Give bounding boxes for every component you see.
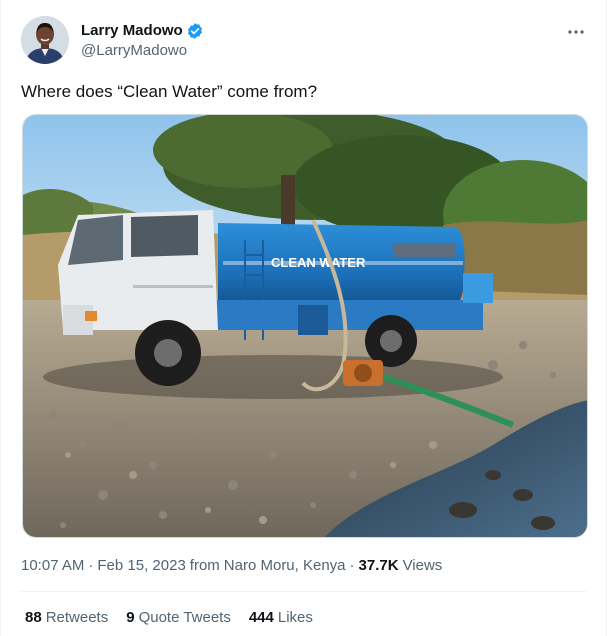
from-label: from bbox=[189, 557, 220, 574]
retweets-stat[interactable]: 88 Retweets bbox=[25, 608, 108, 628]
tweet-photo[interactable]: CLEAN WATER bbox=[22, 114, 588, 538]
quotes-label: Quote Tweets bbox=[138, 609, 231, 626]
views-label: Views bbox=[402, 557, 443, 574]
more-dots-icon[interactable] bbox=[566, 22, 586, 42]
name-row: Larry Madowo bbox=[81, 21, 204, 41]
likes-stat[interactable]: 444 Likes bbox=[249, 608, 313, 628]
author-handle[interactable]: @LarryMadowo bbox=[81, 41, 204, 61]
tweet-date[interactable]: Feb 15, 2023 bbox=[97, 556, 185, 576]
tweet-text: Where does “Clean Water” come from? bbox=[21, 82, 318, 101]
verified-badge-icon[interactable] bbox=[186, 22, 204, 40]
truck-text: CLEAN WATER bbox=[271, 255, 366, 270]
tweet-meta: 10:07 AM · Feb 15, 2023 from Naro Moru, … bbox=[21, 556, 442, 576]
views-count: 37.7K bbox=[358, 557, 399, 574]
tweet-location[interactable]: Naro Moru, Kenya bbox=[224, 556, 346, 576]
retweets-label: Retweets bbox=[45, 609, 109, 626]
quotes-count: 9 bbox=[126, 609, 135, 626]
likes-label: Likes bbox=[277, 609, 313, 626]
quotes-stat[interactable]: 9 Quote Tweets bbox=[126, 608, 231, 628]
author-names: Larry Madowo @LarryMadowo bbox=[81, 21, 204, 61]
tweet-time[interactable]: 10:07 AM bbox=[21, 556, 84, 576]
divider bbox=[21, 591, 586, 592]
likes-count: 444 bbox=[248, 609, 274, 626]
tweet-stats: 88 Retweets 9 Quote Tweets 444 Likes bbox=[25, 608, 313, 628]
tweet-card: Larry Madowo @LarryMadowo Where does “Cl… bbox=[0, 0, 607, 636]
meta-separator-2: · bbox=[349, 557, 355, 574]
meta-separator: · bbox=[88, 557, 94, 574]
tweet-header: Larry Madowo @LarryMadowo bbox=[21, 16, 590, 68]
author-display-name[interactable]: Larry Madowo bbox=[81, 21, 183, 41]
avatar[interactable] bbox=[21, 16, 69, 64]
retweets-count: 88 bbox=[25, 609, 42, 626]
